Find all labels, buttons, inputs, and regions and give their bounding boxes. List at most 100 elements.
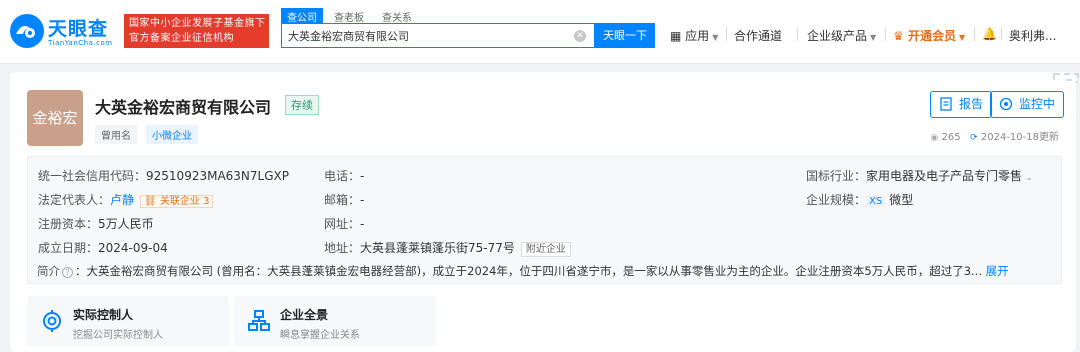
scale-field: 企业规模： XS 微型: [806, 191, 913, 208]
nav-divider: [885, 27, 886, 41]
chevron-down-icon: ▼: [712, 33, 719, 42]
monitor-label: 监控中: [1019, 97, 1056, 111]
logo-subtext: TianYanCha.com: [48, 39, 113, 47]
card-subtitle: 挖掘公司实际控制人: [73, 330, 163, 341]
update-date: 2024-10-18更新: [980, 132, 1059, 143]
search-box: ✕: [281, 23, 595, 48]
related-count: 3: [203, 196, 210, 207]
search-button[interactable]: 天眼一下: [595, 23, 655, 48]
monitor-button[interactable]: 监控中: [990, 91, 1065, 118]
phone-value: -: [360, 169, 365, 183]
notification-bell-icon[interactable]: 🔔: [982, 27, 997, 41]
scale-value: 微型: [889, 193, 914, 207]
founded-field: 成立日期：2024-09-04: [38, 239, 168, 256]
capital-label: 注册资本：: [38, 217, 99, 231]
report-label: 报告: [959, 97, 984, 111]
founded-label: 成立日期：: [38, 241, 99, 255]
logo-eye-icon: [10, 14, 44, 48]
view-count: 265: [941, 132, 961, 143]
qr-corner-icon[interactable]: [1052, 72, 1080, 86]
card-subtitle: 瞬息掌握企业关系: [280, 330, 360, 341]
refresh-icon: ⟳: [970, 133, 978, 143]
eye-icon: ◉: [930, 133, 939, 143]
address-field: 地址：大英县蓬莱镇蓬乐街75-77号 附近企业: [324, 239, 571, 257]
credit-code-value: 92510923MA63N7LGXP: [146, 169, 289, 183]
founded-value: 2024-09-04: [98, 241, 168, 255]
scale-tag[interactable]: 小微企业: [146, 125, 198, 144]
company-name: 大英金裕宏商贸有限公司: [95, 98, 272, 117]
website-value: -: [360, 217, 365, 231]
logo-text: 天眼查: [48, 18, 109, 40]
company-card: 金裕宏 大英金裕宏商贸有限公司 存续 曾用名 小微企业 报告 监控中 ◉ 265…: [10, 72, 1076, 352]
website-field: 网址：-: [324, 215, 364, 232]
nav-partner-label: 合作通道: [734, 29, 783, 43]
actual-controller-card[interactable]: 实际控制人 挖掘公司实际控制人: [27, 296, 229, 346]
capital-field: 注册资本：5万人民币: [38, 215, 154, 232]
address-label: 地址：: [324, 241, 361, 255]
card-title: 实际控制人: [73, 308, 134, 322]
nav-user[interactable]: 奥利弗...: [1009, 27, 1056, 44]
industry-field: 国标行业：家用电器及电子产品专门零售 ⌄: [806, 167, 1033, 184]
scale-label: 企业规模：: [806, 193, 867, 207]
phone-field: 电话：-: [324, 167, 364, 184]
user-name: 奥利弗...: [1009, 29, 1057, 43]
nav-enterprise-label: 企业级产品: [807, 29, 868, 43]
crown-icon: ♛: [893, 29, 904, 43]
chevron-down-icon: ▼: [958, 33, 966, 42]
nav-divider: [974, 27, 975, 41]
nav-vip[interactable]: ♛ 开通会员 ▼: [893, 27, 965, 44]
nav-divider: [726, 27, 727, 41]
help-icon[interactable]: ?: [62, 267, 73, 278]
former-name-tag[interactable]: 曾用名: [95, 125, 137, 144]
stats-row: ◉ 265 ⟳ 2024-10-18更新: [930, 128, 1059, 143]
nearby-companies-button[interactable]: 附近企业: [520, 242, 571, 257]
target-icon: [43, 310, 61, 332]
email-value: -: [360, 193, 365, 207]
credit-code-field: 统一社会信用代码：92510923MA63N7LGXP: [38, 167, 289, 184]
badge-line-1: 国家中小企业发展子基金旗下: [129, 18, 266, 29]
search-input[interactable]: [282, 24, 562, 47]
chevron-down-icon[interactable]: ⌄: [1026, 173, 1033, 182]
card-title: 企业全景: [280, 308, 329, 322]
related-label: 关联企业: [159, 196, 200, 207]
grid-icon: ▦: [670, 29, 682, 43]
address-value: 大英县蓬莱镇蓬乐街75-77号: [360, 241, 515, 255]
legal-rep-link[interactable]: 卢静: [110, 193, 134, 207]
expand-link[interactable]: 展开: [986, 264, 1009, 278]
intro-text: ：大英金裕宏商贸有限公司 (曾用名：大英县蓬莱镇金宏电器经营部)，成立于2024…: [75, 264, 982, 278]
nav-app[interactable]: ▦ 应用 ▼: [670, 27, 718, 44]
top-navbar: 天眼查 TianYanCha.com 国家中小企业发展子基金旗下 官方备案企业征…: [0, 0, 1080, 64]
credit-code-label: 统一社会信用代码：: [38, 169, 147, 183]
tianyancha-logo[interactable]: 天眼查 TianYanCha.com: [10, 12, 122, 50]
monitor-icon: [999, 97, 1013, 111]
company-logo: 金裕宏: [27, 90, 83, 146]
legal-rep-field: 法定代表人：卢静 ⛓ 关联企业 3: [38, 191, 214, 208]
related-icon: ⛓: [144, 196, 157, 207]
website-label: 网址：: [324, 217, 361, 231]
related-companies-tag[interactable]: ⛓ 关联企业 3: [140, 195, 214, 208]
industry-value[interactable]: 家用电器及电子产品专门零售: [866, 169, 1022, 183]
nav-divider: [1001, 27, 1002, 41]
intro-row: 简介? ：大英金裕宏商贸有限公司 (曾用名：大英县蓬莱镇金宏电器经营部)，成立于2…: [37, 263, 1009, 279]
report-button[interactable]: 报告: [930, 91, 993, 118]
nav-partner[interactable]: 合作通道: [734, 27, 782, 44]
badge-line-2: 官方备案企业征信机构: [129, 33, 234, 44]
email-label: 邮箱：: [324, 193, 361, 207]
legal-rep-label: 法定代表人：: [38, 193, 111, 207]
nav-enterprise[interactable]: 企业级产品 ▼: [807, 27, 876, 44]
chevron-down-icon: ▼: [870, 33, 877, 42]
status-badge: 存续: [285, 95, 319, 115]
report-icon: [940, 97, 952, 111]
industry-label: 国标行业：: [806, 169, 867, 183]
official-badge: 国家中小企业发展子基金旗下 官方备案企业征信机构: [124, 14, 269, 48]
nav-vip-label: 开通会员: [907, 29, 956, 43]
intro-label: 简介: [37, 264, 60, 278]
phone-label: 电话：: [324, 169, 361, 183]
org-chart-icon: [248, 310, 270, 331]
capital-value: 5万人民币: [98, 217, 154, 231]
nav-divider: [797, 27, 798, 41]
enterprise-panorama-card[interactable]: 企业全景 瞬息掌握企业关系: [234, 296, 436, 346]
nav-app-label: 应用: [685, 29, 710, 43]
clear-icon[interactable]: ✕: [574, 30, 586, 42]
scale-code-badge: XS: [866, 196, 886, 207]
